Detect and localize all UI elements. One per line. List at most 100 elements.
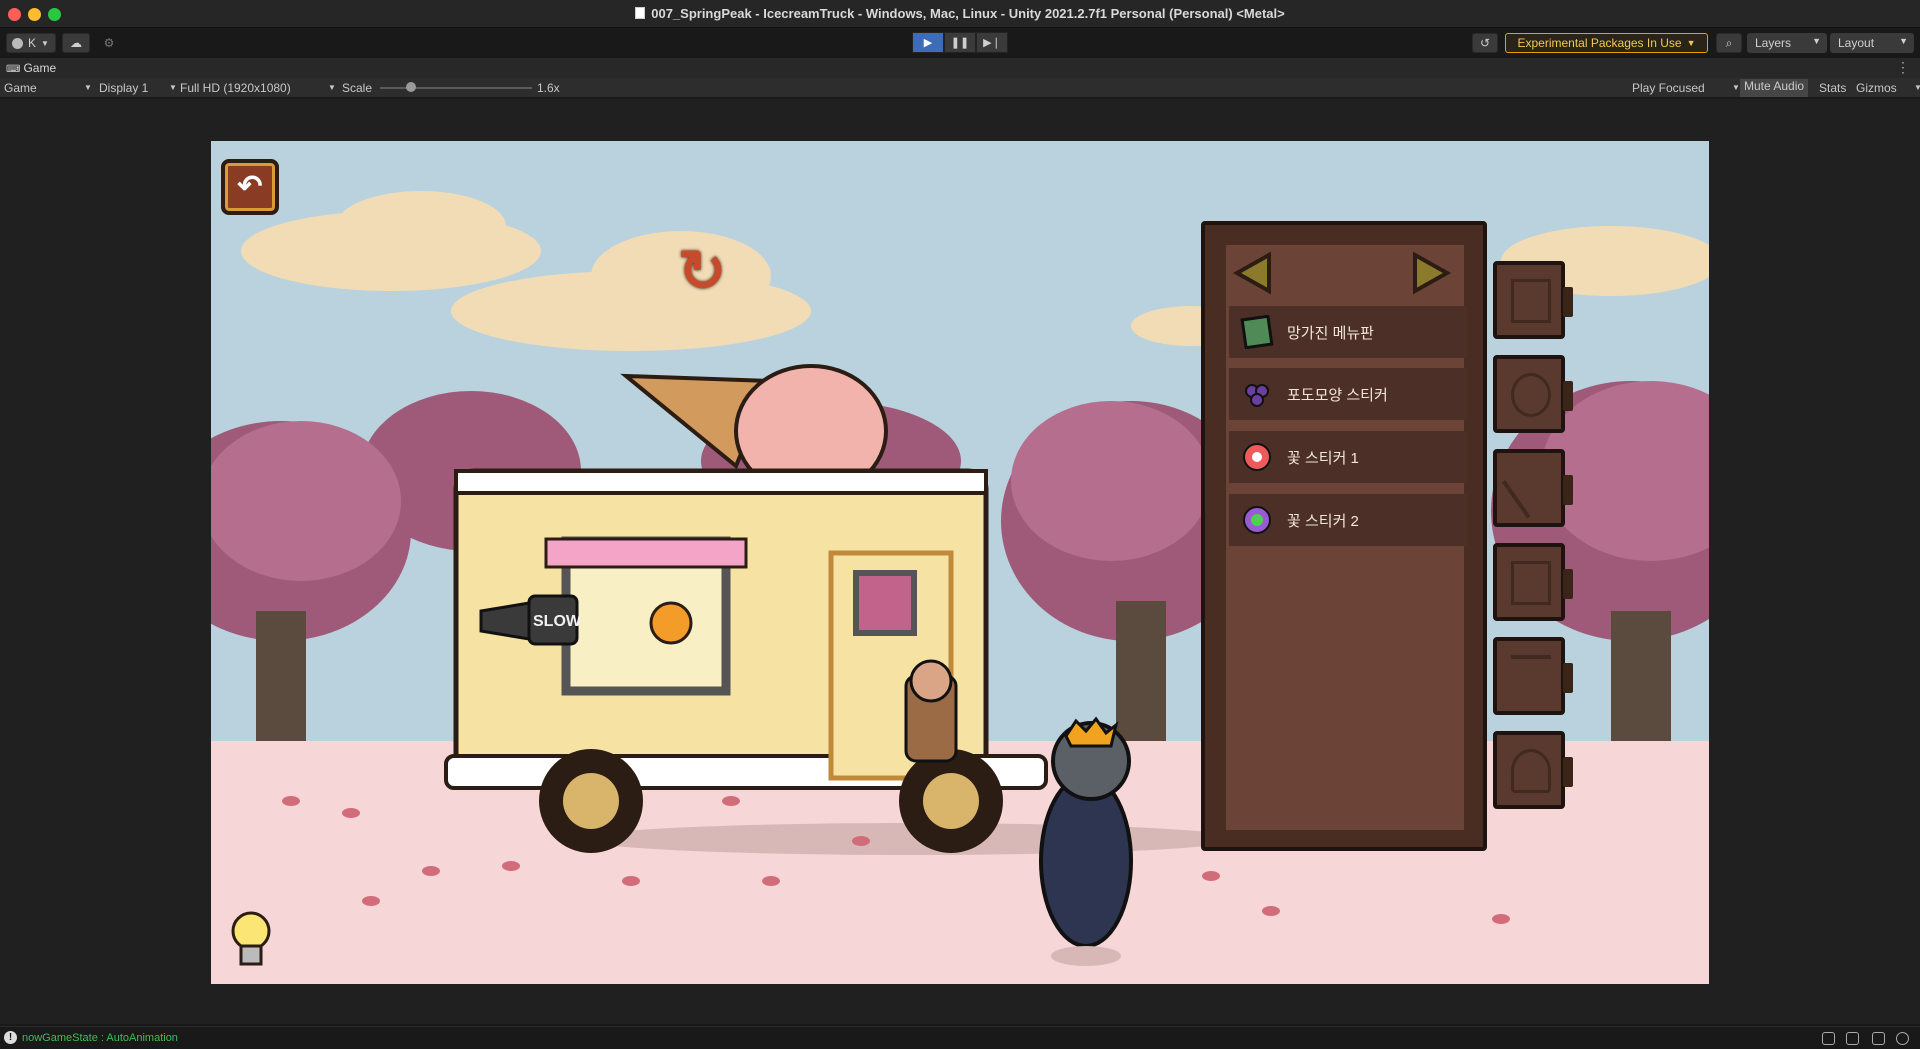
back-button[interactable]: ↶ bbox=[221, 159, 279, 215]
inventory-item[interactable]: 꽃 스티커 1 bbox=[1229, 431, 1467, 483]
game-view-toolbar: Game ▼ Display 1 ▼ Full HD (1920x1080) ▼ Sc… bbox=[0, 78, 1920, 98]
display-dropdown[interactable]: Display 1 ▼ bbox=[99, 81, 177, 95]
cloud-button[interactable]: ☁ bbox=[62, 33, 90, 53]
side-tab-icecream[interactable] bbox=[1493, 731, 1573, 809]
network-icon[interactable] bbox=[1872, 1032, 1885, 1045]
history-icon: ↺ bbox=[1479, 36, 1491, 50]
view-type-value: Game bbox=[4, 81, 37, 95]
more-options-icon[interactable]: ⋮ bbox=[1896, 59, 1910, 76]
play-mode-dropdown[interactable]: Play Focused ▼ bbox=[1632, 81, 1740, 95]
scale-slider-track[interactable] bbox=[380, 87, 532, 89]
info-icon: ! bbox=[4, 1031, 17, 1044]
cloud-icon: ☁ bbox=[70, 36, 82, 50]
window-title-wrap: 007_SpringPeak - IcecreamTruck - Windows… bbox=[0, 6, 1920, 21]
scale-slider-handle[interactable] bbox=[406, 82, 416, 92]
play-controls: ▶ ❚❚ ▶❘ bbox=[912, 32, 1008, 53]
resolution-dropdown[interactable]: Full HD (1920x1080) ▼ bbox=[180, 81, 336, 95]
scale-value: 1.6x bbox=[537, 81, 560, 95]
scale-label: Scale bbox=[342, 81, 373, 95]
tab-game-label: Game bbox=[23, 61, 57, 75]
broken-menu-board-icon bbox=[1239, 314, 1275, 350]
grape-sticker-icon bbox=[1239, 376, 1275, 412]
hint-lightbulb-button[interactable] bbox=[229, 911, 273, 971]
database-icon[interactable] bbox=[1846, 1032, 1859, 1045]
mute-audio-toggle[interactable]: Mute Audio bbox=[1740, 79, 1809, 97]
prev-page-button[interactable] bbox=[1231, 251, 1275, 295]
arrow-left-icon bbox=[1232, 251, 1271, 295]
back-arrow-icon: ↶ bbox=[237, 170, 263, 203]
flower-sticker-red-icon bbox=[1239, 439, 1275, 475]
step-icon: ▶❘ bbox=[983, 37, 1001, 49]
window-title: 007_SpringPeak - IcecreamTruck - Windows… bbox=[651, 6, 1285, 21]
account-label: K bbox=[28, 36, 37, 50]
stats-toggle[interactable]: Stats bbox=[1819, 81, 1846, 95]
rotate-icon[interactable]: ↻ bbox=[671, 241, 733, 303]
document-icon bbox=[635, 7, 646, 19]
inventory-item-label: 꽃 스티커 1 bbox=[1287, 449, 1359, 467]
status-bar: ! nowGameState : AutoAnimation bbox=[0, 1026, 1920, 1049]
debug-icon[interactable] bbox=[1822, 1032, 1835, 1045]
layers-label: Layers bbox=[1755, 36, 1792, 50]
console-status-text[interactable]: nowGameState : AutoAnimation bbox=[22, 1032, 178, 1044]
chevron-down-icon: ▼ bbox=[1812, 36, 1821, 46]
gizmos-dropdown[interactable]: Gizmos ▼ bbox=[1856, 81, 1920, 95]
arrow-right-icon bbox=[1413, 251, 1452, 295]
search-button[interactable]: ⌕ bbox=[1716, 33, 1742, 53]
chevron-down-icon: ▼ bbox=[1914, 83, 1920, 92]
chevron-down-icon: ▼ bbox=[328, 83, 336, 92]
awning-icon bbox=[1511, 279, 1551, 323]
account-button[interactable]: K ▼ bbox=[6, 33, 56, 53]
collab-button[interactable]: ⚙ bbox=[96, 33, 122, 53]
play-button[interactable]: ▶ bbox=[912, 32, 944, 53]
bunting-icon bbox=[1511, 655, 1551, 699]
chevron-down-icon: ▼ bbox=[1899, 36, 1908, 46]
check-icon[interactable] bbox=[1896, 1032, 1909, 1045]
tab-knob bbox=[1563, 381, 1573, 411]
side-tab-awning[interactable] bbox=[1493, 261, 1573, 339]
tab-knob bbox=[1563, 663, 1573, 693]
layers-dropdown[interactable]: Layers ▼ bbox=[1747, 33, 1827, 53]
layout-dropdown[interactable]: Layout ▼ bbox=[1830, 33, 1914, 53]
side-tab-wrench[interactable] bbox=[1493, 449, 1573, 527]
chevron-down-icon: ▼ bbox=[84, 83, 92, 92]
tab-knob bbox=[1563, 569, 1573, 599]
next-page-button[interactable] bbox=[1409, 251, 1453, 295]
play-mode-value: Play Focused bbox=[1632, 81, 1705, 95]
rotate-glyph: ↻ bbox=[677, 239, 727, 304]
step-button[interactable]: ▶❘ bbox=[976, 32, 1008, 53]
gamepad-icon: ⌨ bbox=[6, 64, 21, 75]
pause-icon: ❚❚ bbox=[950, 37, 970, 49]
main-toolbar: K ▼ ☁ ⚙ ▶ ❚❚ ▶❘ ↺ Experimental Packages … bbox=[0, 29, 1920, 57]
display-value: Display 1 bbox=[99, 81, 149, 95]
window-titlebar: 007_SpringPeak - IcecreamTruck - Windows… bbox=[0, 0, 1920, 28]
wrench-icon bbox=[1501, 459, 1561, 519]
history-button[interactable]: ↺ bbox=[1472, 33, 1498, 53]
inventory-item[interactable]: 망가진 메뉴판 bbox=[1229, 306, 1467, 358]
slow-sign-text: SLOW bbox=[533, 613, 581, 630]
side-tab-paint[interactable] bbox=[1493, 355, 1573, 433]
inventory-item[interactable]: 포도모양 스티커 bbox=[1229, 368, 1467, 420]
tab-knob bbox=[1563, 757, 1573, 787]
pause-button[interactable]: ❚❚ bbox=[944, 32, 976, 53]
inventory-item-label: 꽃 스티커 2 bbox=[1287, 512, 1359, 530]
game-scene[interactable]: ↶ ↻ SLOW 망가진 메뉴판 포도모양 스티커 꽃 스티커 1 꽃 스티커 … bbox=[211, 141, 1709, 984]
gizmos-label: Gizmos bbox=[1856, 81, 1897, 95]
tab-knob bbox=[1563, 475, 1573, 505]
game-tab-row: ⌨ Game ⋮ bbox=[0, 58, 1920, 78]
search-icon: ⌕ bbox=[1725, 35, 1733, 50]
collab-icon: ⚙ bbox=[103, 36, 115, 50]
side-tab-bunting[interactable] bbox=[1493, 637, 1573, 715]
view-type-dropdown[interactable]: Game ▼ bbox=[4, 81, 92, 95]
paint-brush-icon bbox=[1511, 373, 1551, 417]
experimental-packages-button[interactable]: Experimental Packages In Use ▼ bbox=[1505, 33, 1708, 53]
tab-game[interactable]: ⌨ Game bbox=[6, 61, 56, 75]
inventory-item[interactable]: 꽃 스티커 2 bbox=[1229, 494, 1467, 546]
chevron-down-icon: ▼ bbox=[41, 38, 49, 48]
chevron-down-icon: ▼ bbox=[169, 83, 177, 92]
tab-knob bbox=[1563, 287, 1573, 317]
experimental-packages-label: Experimental Packages In Use bbox=[1517, 36, 1682, 50]
inventory-item-label: 망가진 메뉴판 bbox=[1287, 324, 1374, 342]
flower-sticker-purple-icon bbox=[1239, 502, 1275, 538]
ice-cream-cone-icon bbox=[1511, 749, 1551, 793]
side-tab-sticker[interactable] bbox=[1493, 543, 1573, 621]
